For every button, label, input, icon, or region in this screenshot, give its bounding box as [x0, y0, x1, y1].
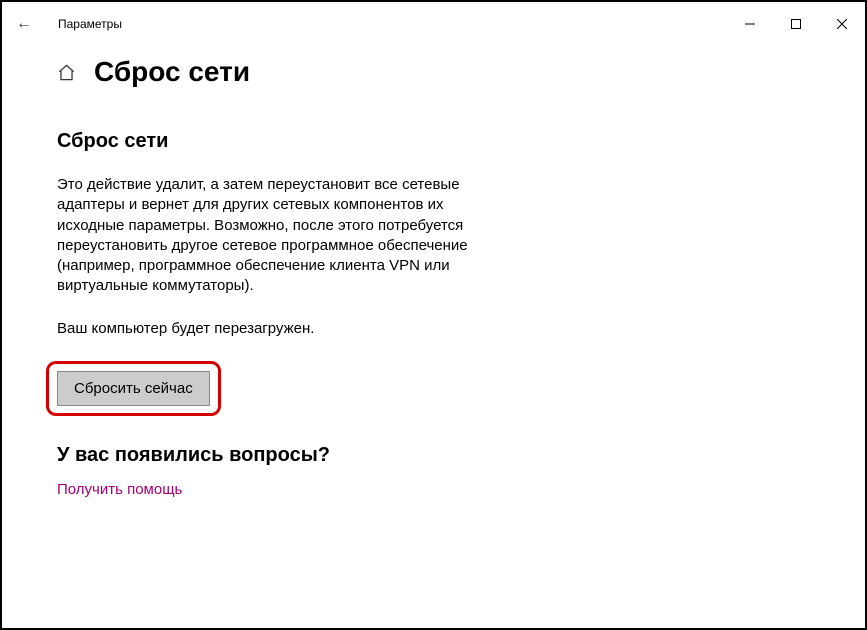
minimize-icon — [745, 19, 755, 29]
reset-button-highlight: Сбросить сейчас — [46, 361, 221, 416]
page-title: Сброс сети — [94, 56, 250, 88]
reset-now-button[interactable]: Сбросить сейчас — [57, 371, 210, 406]
titlebar: ← Параметры — [2, 2, 865, 46]
back-arrow-icon[interactable]: ← — [16, 15, 36, 33]
restart-note: Ваш компьютер будет перезагружен. — [57, 319, 497, 339]
maximize-icon — [791, 19, 801, 29]
maximize-button[interactable] — [773, 2, 819, 46]
content-area: Сброс сети Сброс сети Это действие удали… — [2, 46, 865, 499]
window-title: Параметры — [58, 17, 122, 31]
home-icon[interactable] — [57, 63, 76, 82]
help-heading: У вас появились вопросы? — [57, 444, 810, 467]
page-header: Сброс сети — [57, 56, 810, 88]
section-heading: Сброс сети — [57, 130, 810, 153]
get-help-link[interactable]: Получить помощь — [57, 481, 182, 498]
window-controls — [727, 2, 865, 46]
close-button[interactable] — [819, 2, 865, 46]
titlebar-left: ← Параметры — [16, 15, 122, 33]
description-text: Это действие удалит, а затем переустанов… — [57, 175, 497, 297]
minimize-button[interactable] — [727, 2, 773, 46]
close-icon — [837, 19, 847, 29]
